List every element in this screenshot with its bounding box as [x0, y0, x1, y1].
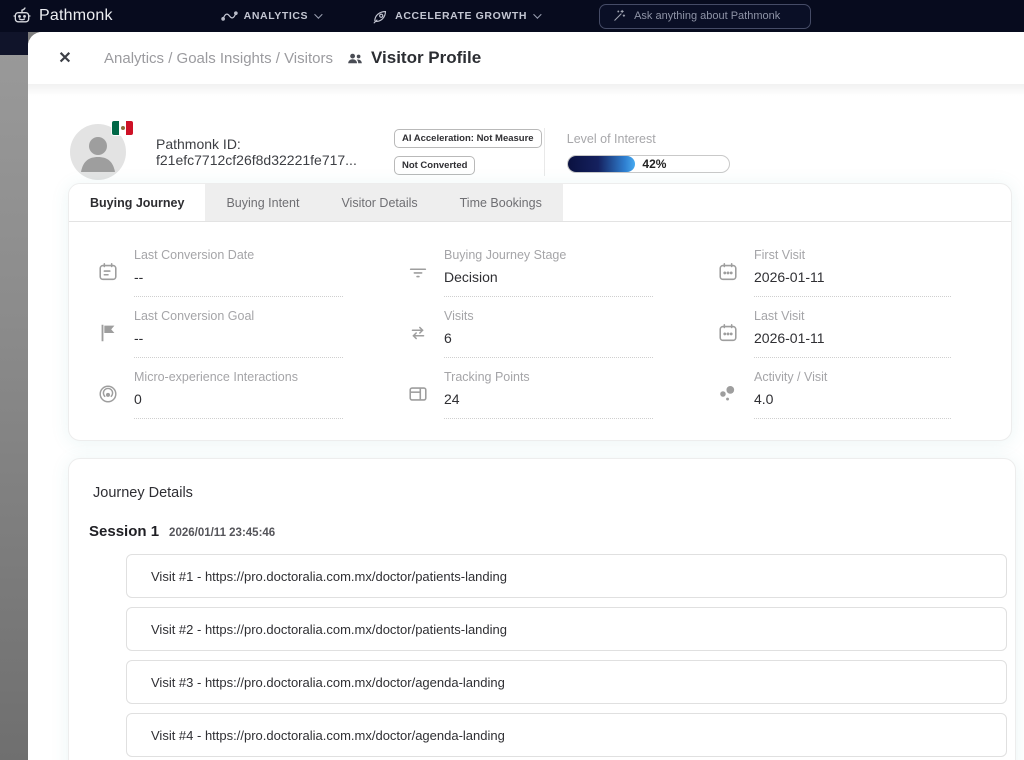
interest-percent: 42% — [642, 157, 666, 171]
brand-name: Pathmonk — [39, 7, 113, 25]
top-nav: Pathmonk ANALYTICS ACCELERATE GROWTH — [0, 0, 1024, 32]
modal-backdrop — [0, 32, 28, 760]
rocket-icon — [372, 9, 389, 24]
calendar-icon — [716, 321, 740, 345]
divider — [544, 128, 545, 176]
status-badge: AI Acceleration: Not Measure — [394, 129, 542, 148]
tab-visitor-details[interactable]: Visitor Details — [320, 184, 438, 221]
page-title: Visitor Profile — [371, 48, 481, 68]
visit-row[interactable]: Visit #2 - https://pro.doctoralia.com.mx… — [126, 607, 1007, 651]
modal-header: ✕ Analytics / Goals Insights / Visitors … — [28, 32, 1024, 84]
chevron-down-icon — [314, 10, 322, 18]
mexico-flag-icon — [112, 121, 133, 135]
interest-progress-fill — [568, 156, 636, 172]
tab-time-bookings[interactable]: Time Bookings — [439, 184, 563, 221]
nav-accelerate-growth[interactable]: ACCELERATE GROWTH — [372, 9, 539, 24]
nav-growth-label: ACCELERATE GROWTH — [395, 10, 527, 22]
field-last-conversion-date: Last Conversion Date -- — [69, 236, 379, 297]
backdrop-header-remnant — [0, 32, 28, 55]
chevron-down-icon — [533, 10, 541, 18]
field-first-visit: First Visit 2026-01-11 — [689, 236, 987, 297]
visit-row[interactable]: Visit #3 - https://pro.doctoralia.com.mx… — [126, 660, 1007, 704]
field-activity-per-visit: Activity / Visit 4.0 — [689, 358, 987, 419]
status-badge: Not Converted — [394, 156, 475, 175]
pathmonk-logo[interactable]: Pathmonk — [12, 6, 113, 26]
field-visits: Visits 6 — [379, 297, 689, 358]
magic-wand-icon — [612, 9, 626, 23]
tab-bar: Buying Journey Buying Intent Visitor Det… — [69, 184, 1011, 222]
field-buying-journey-stage: Buying Journey Stage Decision — [379, 236, 689, 297]
interest-label: Level of Interest — [567, 132, 764, 146]
session-timestamp: 2026/01/11 23:45:46 — [169, 527, 275, 539]
journey-details-title: Journey Details — [93, 485, 1009, 501]
close-icon[interactable]: ✕ — [54, 48, 76, 68]
tab-buying-journey[interactable]: Buying Journey — [69, 184, 205, 221]
ask-anything-input[interactable]: Ask anything about Pathmonk — [599, 4, 811, 29]
nav-analytics[interactable]: ANALYTICS — [221, 9, 321, 23]
status-badges: AI Acceleration: Not Measure Not Convert… — [394, 129, 534, 175]
target-icon — [96, 382, 120, 406]
pathmonk-id: Pathmonk ID: f21efc7712cf26f8d32221fe717… — [156, 136, 394, 168]
visitors-group-icon — [347, 52, 363, 65]
level-of-interest: Level of Interest 42% — [567, 132, 764, 173]
analytics-squiggle-icon — [221, 9, 238, 23]
robot-icon — [12, 6, 32, 26]
layout-icon — [406, 382, 430, 406]
metrics-grid: Last Conversion Date -- Buying Journey S… — [69, 222, 1011, 419]
visit-row[interactable]: Visit #1 - https://pro.doctoralia.com.mx… — [126, 554, 1007, 598]
repeat-icon — [406, 321, 430, 345]
tab-buying-intent[interactable]: Buying Intent — [205, 184, 320, 221]
visitor-metrics-card: Buying Journey Buying Intent Visitor Det… — [68, 183, 1012, 441]
session-label: Session 1 — [89, 523, 159, 540]
nav-analytics-label: ANALYTICS — [244, 10, 309, 22]
field-last-visit: Last Visit 2026-01-11 — [689, 297, 987, 358]
interest-progress-bar: 42% — [567, 155, 730, 173]
bubbles-icon — [716, 382, 740, 406]
calendar-icon — [716, 260, 740, 284]
session-header: Session 1 2026/01/11 23:45:46 — [89, 523, 1009, 540]
visit-row[interactable]: Visit #4 - https://pro.doctoralia.com.mx… — [126, 713, 1007, 757]
visitor-profile-modal: ✕ Analytics / Goals Insights / Visitors … — [28, 32, 1024, 760]
calendar-edit-icon — [96, 260, 120, 284]
field-last-conversion-goal: Last Conversion Goal -- — [69, 297, 379, 358]
field-tracking-points: Tracking Points 24 — [379, 358, 689, 419]
flag-icon — [96, 321, 120, 345]
ask-placeholder-text: Ask anything about Pathmonk — [634, 10, 780, 22]
filter-lines-icon — [406, 260, 430, 284]
journey-details-card: Journey Details Session 1 2026/01/11 23:… — [68, 458, 1016, 760]
field-micro-experience-interactions: Micro-experience Interactions 0 — [69, 358, 379, 419]
breadcrumb[interactable]: Analytics / Goals Insights / Visitors — [104, 50, 333, 67]
